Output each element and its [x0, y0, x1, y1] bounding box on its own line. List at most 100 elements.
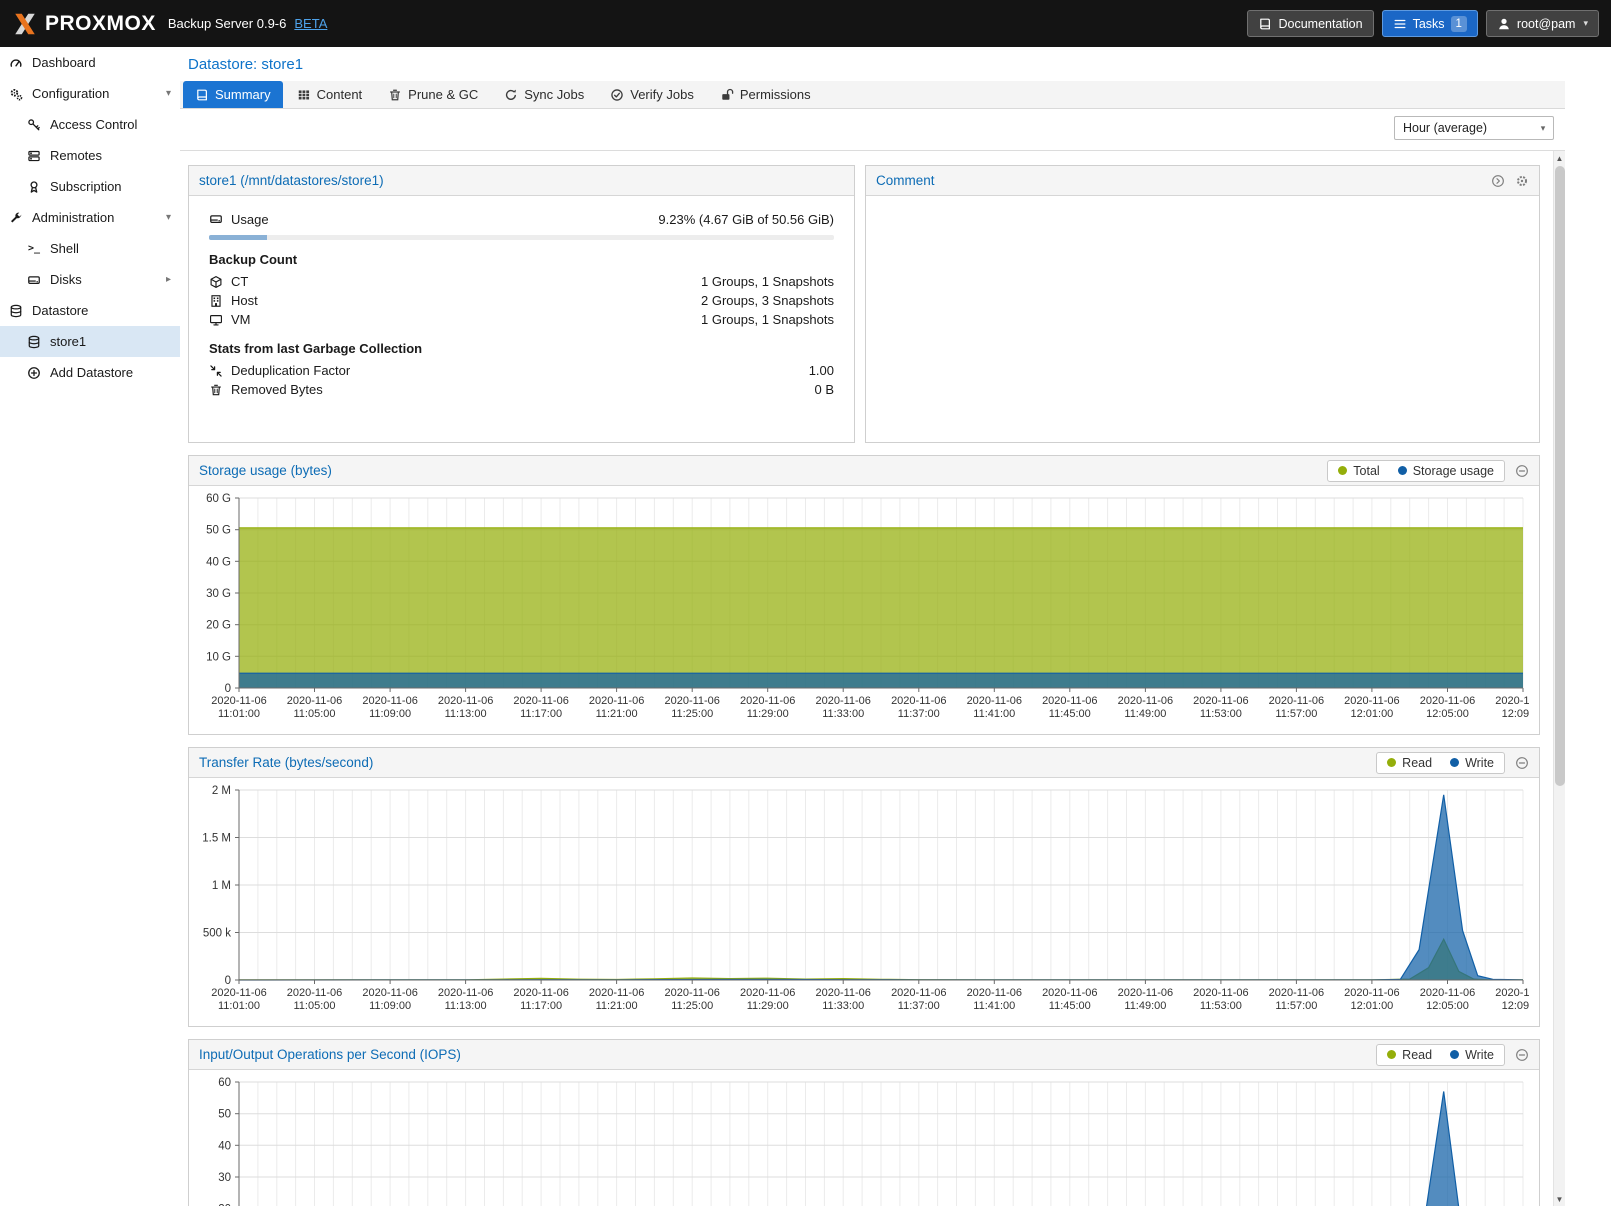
sidebar-item-label: Remotes [50, 148, 102, 163]
svg-text:2020-11-0611:37:00: 2020-11-0611:37:00 [891, 987, 946, 1012]
svg-text:1.5 M: 1.5 M [202, 833, 231, 845]
tab-verify-jobs[interactable]: Verify Jobs [598, 81, 706, 108]
legend-dot [1398, 466, 1407, 475]
comment-panel: Comment [865, 165, 1540, 443]
panel-header: Storage usage (bytes) Total Storage usag… [189, 456, 1539, 486]
comment-body[interactable] [866, 196, 1539, 442]
gear-icon[interactable] [1515, 174, 1529, 188]
sidebar-item-dashboard[interactable]: Dashboard [0, 47, 180, 78]
main-area: Datastore: store1 Summary Content [180, 47, 1611, 1206]
sidebar-item-remotes[interactable]: Remotes [0, 140, 180, 171]
scroll-up-arrow[interactable]: ▲ [1554, 151, 1565, 165]
svg-text:2020-11-0611:13:00: 2020-11-0611:13:00 [438, 987, 493, 1012]
timeframe-select[interactable]: Hour (average) ▾ [1394, 116, 1554, 140]
legend-item-write[interactable]: Write [1450, 756, 1494, 770]
chart-legend: Total Storage usage [1327, 460, 1505, 482]
tab-prune-gc[interactable]: Prune & GC [376, 81, 490, 108]
legend-item-read[interactable]: Read [1387, 756, 1432, 770]
svg-text:30 G: 30 G [206, 588, 231, 600]
transfer-rate-chart: 0500 k1 M1.5 M2 M2020-11-0611:01:002020-… [189, 778, 1539, 1027]
tab-permissions[interactable]: Permissions [708, 81, 823, 108]
collapse-circle-minus-icon[interactable] [1515, 464, 1529, 478]
collapse-circle-minus-icon[interactable] [1515, 1048, 1529, 1062]
sidebar-item-label: Shell [50, 241, 79, 256]
sidebar-item-label: Dashboard [32, 55, 96, 70]
sidebar: Dashboard Configuration ▾ Access Control [0, 47, 180, 1206]
sidebar-item-subscription[interactable]: Subscription [0, 171, 180, 202]
scrollbar-thumb[interactable] [1555, 166, 1565, 786]
legend-item-write[interactable]: Write [1450, 1048, 1494, 1062]
chevron-down-icon[interactable]: ▾ [166, 212, 171, 223]
user-label: root@pam [1517, 17, 1576, 31]
chevron-down-icon[interactable]: ▾ [166, 88, 171, 99]
svg-text:20 G: 20 G [206, 620, 231, 632]
svg-text:10 G: 10 G [206, 651, 231, 663]
collapse-circle-minus-icon[interactable] [1515, 756, 1529, 770]
svg-text:60: 60 [218, 1077, 231, 1089]
sidebar-item-label: Disks [50, 272, 82, 287]
sidebar-item-label: Datastore [32, 303, 88, 318]
chevron-right-icon[interactable]: ▸ [166, 274, 171, 285]
sidebar-item-administration[interactable]: Administration ▾ [0, 202, 180, 233]
tab-label: Verify Jobs [630, 87, 694, 102]
sidebar-item-datastore[interactable]: Datastore [0, 295, 180, 326]
sync-icon [504, 88, 518, 102]
user-menu-button[interactable]: root@pam ▾ [1486, 10, 1599, 37]
sidebar-item-configuration[interactable]: Configuration ▾ [0, 78, 180, 109]
iops-panel: Input/Output Operations per Second (IOPS… [188, 1039, 1540, 1206]
vm-value: 1 Groups, 1 Snapshots [701, 312, 834, 327]
tabbar: Summary Content Prune & GC [180, 81, 1565, 109]
svg-text:2020-11-0611:05:00: 2020-11-0611:05:00 [287, 695, 342, 720]
toolbar: Hour (average) ▾ [180, 109, 1565, 147]
chart-legend: Read Write [1376, 1044, 1505, 1066]
sidebar-item-disks[interactable]: Disks ▸ [0, 264, 180, 295]
database-icon [8, 304, 24, 318]
host-value: 2 Groups, 3 Snapshots [701, 293, 834, 308]
tab-sync-jobs[interactable]: Sync Jobs [492, 81, 596, 108]
tab-summary[interactable]: Summary [183, 81, 283, 108]
tasks-button[interactable]: Tasks 1 [1382, 10, 1478, 37]
legend-label: Write [1465, 756, 1494, 770]
legend-item-read[interactable]: Read [1387, 1048, 1432, 1062]
panel-title: store1 (/mnt/datastores/store1) [199, 173, 384, 188]
trash-icon [388, 88, 402, 102]
ct-value: 1 Groups, 1 Snapshots [701, 274, 834, 289]
version-text: Backup Server 0.9-6 [168, 16, 287, 31]
sidebar-item-shell[interactable]: >_ Shell [0, 233, 180, 264]
beta-link[interactable]: BETA [294, 16, 327, 31]
compress-arrows-icon [209, 364, 231, 378]
hdd-icon [26, 273, 42, 287]
legend-label: Read [1402, 1048, 1432, 1062]
terminal-icon: >_ [26, 243, 42, 254]
svg-text:0: 0 [225, 683, 231, 695]
tab-content[interactable]: Content [285, 81, 375, 108]
svg-text:2020-11-0611:57:00: 2020-11-0611:57:00 [1269, 987, 1324, 1012]
svg-text:2020-11-0611:21:00: 2020-11-0611:21:00 [589, 987, 644, 1012]
sidebar-item-add-datastore[interactable]: Add Datastore [0, 357, 180, 388]
sidebar-item-access-control[interactable]: Access Control [0, 109, 180, 140]
panel-header: Transfer Rate (bytes/second) Read Write [189, 748, 1539, 778]
sidebar-item-store1[interactable]: store1 [0, 326, 180, 357]
svg-text:2020-11-0611:29:00: 2020-11-0611:29:00 [740, 987, 795, 1012]
vertical-scrollbar[interactable]: ▲ ▼ [1553, 151, 1565, 1206]
ct-row: CT 1 Groups, 1 Snapshots [209, 272, 834, 291]
usage-progress-fill [209, 235, 267, 240]
cube-icon [209, 275, 231, 289]
legend-item-total[interactable]: Total [1338, 464, 1379, 478]
scroll-down-arrow[interactable]: ▼ [1554, 1192, 1565, 1206]
legend-item-storage-usage[interactable]: Storage usage [1398, 464, 1494, 478]
svg-text:2020-11-0611:41:00: 2020-11-0611:41:00 [967, 695, 1022, 720]
sidebar-item-label: Administration [32, 210, 114, 225]
chevron-down-icon: ▾ [1533, 123, 1553, 134]
sidebar-item-label: Access Control [50, 117, 137, 132]
legend-dot [1387, 758, 1396, 767]
expand-circle-icon[interactable] [1491, 174, 1505, 188]
tasks-list-icon [1393, 17, 1407, 31]
svg-text:1 M: 1 M [212, 880, 231, 892]
dashboard-gauge-icon [8, 56, 24, 70]
svg-text:2020-11-0611:01:00: 2020-11-0611:01:00 [211, 987, 266, 1012]
svg-text:60 G: 60 G [206, 493, 231, 505]
svg-text:2020-11-0611:01:00: 2020-11-0611:01:00 [211, 695, 266, 720]
building-icon [209, 294, 231, 308]
documentation-button[interactable]: Documentation [1247, 10, 1373, 37]
